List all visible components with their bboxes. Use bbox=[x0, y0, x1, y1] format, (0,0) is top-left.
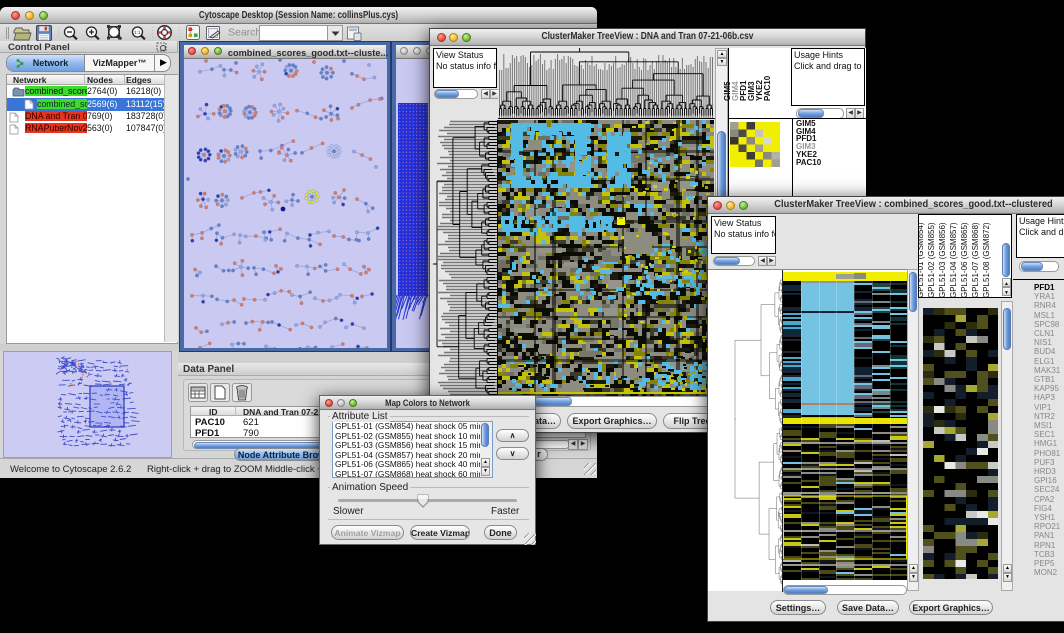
svg-text:Search:: Search: bbox=[228, 27, 264, 39]
svg-text:1:1: 1:1 bbox=[134, 30, 141, 35]
